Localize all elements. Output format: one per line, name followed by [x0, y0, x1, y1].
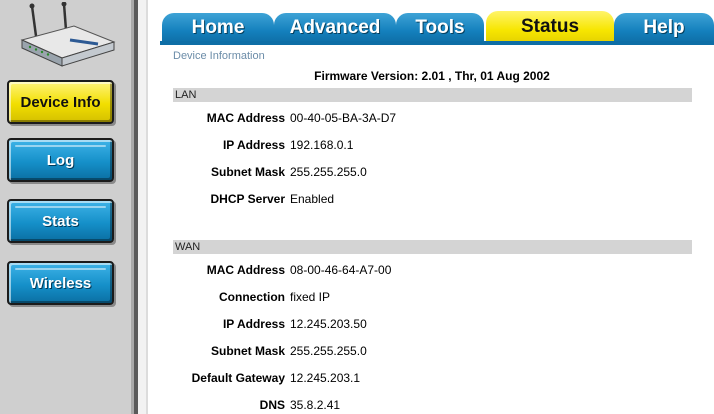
sidebar-divider — [138, 0, 146, 414]
tab-label: Tools — [415, 17, 465, 38]
tab-label: Home — [191, 17, 245, 38]
wan-dns-label: DNS — [259, 398, 285, 412]
lan-dhcp-label: DHCP Server — [210, 192, 285, 206]
sidebar-button-device-info[interactable]: Device Info — [7, 80, 114, 124]
router-icon — [20, 2, 116, 67]
wan-ip-value: 12.245.203.50 — [290, 317, 367, 331]
lan-ip-label: IP Address — [222, 138, 285, 152]
lan-ip-value: 192.168.0.1 — [290, 138, 354, 152]
sidebar-divider — [146, 0, 148, 414]
lan-subnet-label: Subnet Mask — [210, 165, 285, 179]
sidebar-button-label: Device Info — [20, 93, 101, 111]
tab-label: Advanced — [289, 17, 381, 38]
sidebar-button-log[interactable]: Log — [7, 138, 114, 182]
tab-status[interactable]: Status — [486, 11, 614, 43]
main-content: Device Information Firmware Version: 2.0… — [160, 45, 714, 414]
router-admin-page: Device Info Log Stats Wireless Home Adva… — [0, 0, 714, 414]
lan-mac-value: 00-40-05-BA-3A-D7 — [290, 111, 397, 125]
lan-dhcp-value: Enabled — [290, 192, 335, 206]
wan-dns-value: 35.8.2.41 — [290, 398, 341, 412]
sidebar-button-label: Stats — [42, 212, 79, 230]
sidebar-button-label: Wireless — [29, 274, 92, 292]
tab-help[interactable]: Help — [614, 13, 714, 43]
wan-subnet-value: 255.255.255.0 — [290, 344, 367, 358]
sidebar-button-wireless[interactable]: Wireless — [7, 261, 114, 305]
tab-label: Status — [520, 16, 580, 37]
firmware-version: Firmware Version: 2.01 , Thr, 01 Aug 200… — [314, 69, 550, 83]
wan-connection-value: fixed IP — [290, 290, 331, 304]
wan-mac-value: 08-00-46-64-A7-00 — [290, 263, 392, 277]
wan-gateway-label: Default Gateway — [191, 371, 285, 385]
tab-advanced[interactable]: Advanced — [274, 13, 396, 43]
sidebar-button-label: Log — [46, 151, 75, 169]
wan-ip-label: IP Address — [222, 317, 285, 331]
lan-subnet-value: 255.255.255.0 — [290, 165, 367, 179]
tab-label: Help — [643, 17, 685, 38]
wan-connection-label: Connection — [219, 290, 285, 304]
wan-gateway-value: 12.245.203.1 — [290, 371, 361, 385]
sidebar-button-stats[interactable]: Stats — [7, 199, 114, 243]
tab-tools[interactable]: Tools — [396, 13, 484, 43]
wan-header: WAN — [173, 240, 692, 254]
lan-mac-label: MAC Address — [206, 111, 285, 125]
wan-mac-label: MAC Address — [206, 263, 285, 277]
section-title: Device Information — [173, 50, 265, 62]
tab-home[interactable]: Home — [162, 13, 274, 43]
wan-subnet-label: Subnet Mask — [210, 344, 285, 358]
lan-header: LAN — [173, 88, 692, 102]
